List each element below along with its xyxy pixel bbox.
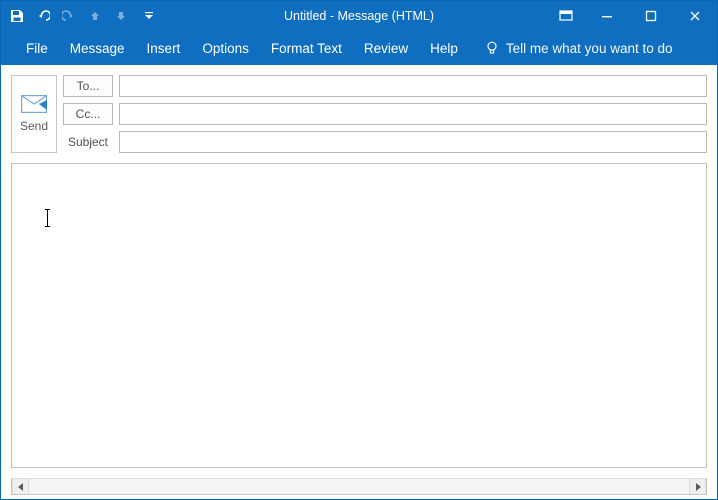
text-caret-icon bbox=[47, 210, 48, 226]
quick-access-toolbar bbox=[1, 4, 161, 28]
scroll-track[interactable] bbox=[29, 479, 689, 494]
maximize-icon bbox=[645, 10, 657, 22]
redo-icon bbox=[62, 9, 76, 23]
ribbon-options-icon bbox=[559, 10, 573, 22]
next-item-button[interactable] bbox=[109, 4, 133, 28]
message-body[interactable] bbox=[11, 163, 707, 468]
message-header: Send To... Cc... Subject bbox=[11, 75, 707, 153]
to-input[interactable] bbox=[119, 75, 707, 97]
send-label: Send bbox=[20, 119, 48, 133]
to-row: To... bbox=[63, 75, 707, 97]
arrow-down-icon bbox=[115, 10, 127, 22]
header-fields: To... Cc... Subject bbox=[63, 75, 707, 153]
tell-me-search[interactable]: Tell me what you want to do bbox=[473, 31, 684, 65]
maximize-button[interactable] bbox=[629, 1, 673, 31]
customize-qat-button[interactable] bbox=[137, 4, 161, 28]
scroll-right-button[interactable] bbox=[689, 479, 706, 494]
message-window: Untitled - Message (HTML) File Message I… bbox=[0, 0, 718, 500]
previous-item-button[interactable] bbox=[83, 4, 107, 28]
chevron-down-icon bbox=[144, 11, 154, 21]
horizontal-scrollbar[interactable] bbox=[11, 478, 707, 495]
send-button[interactable]: Send bbox=[11, 75, 57, 153]
cc-button[interactable]: Cc... bbox=[63, 103, 113, 125]
window-controls bbox=[547, 1, 717, 31]
minimize-button[interactable] bbox=[585, 1, 629, 31]
subject-row: Subject bbox=[63, 131, 707, 153]
scroll-left-button[interactable] bbox=[12, 479, 29, 494]
compose-area: Send To... Cc... Subject bbox=[1, 65, 717, 499]
subject-label: Subject bbox=[63, 131, 113, 153]
to-button[interactable]: To... bbox=[63, 75, 113, 97]
tab-review[interactable]: Review bbox=[353, 31, 419, 65]
tell-me-label: Tell me what you want to do bbox=[506, 41, 673, 56]
triangle-left-icon bbox=[17, 483, 25, 491]
close-icon bbox=[689, 10, 701, 22]
undo-icon bbox=[36, 9, 50, 23]
arrow-up-icon bbox=[89, 10, 101, 22]
minimize-icon bbox=[601, 10, 613, 22]
cc-input[interactable] bbox=[119, 103, 707, 125]
envelope-icon bbox=[21, 95, 47, 113]
title-bar: Untitled - Message (HTML) bbox=[1, 1, 717, 31]
save-button[interactable] bbox=[5, 4, 29, 28]
ribbon-tabs: File Message Insert Options Format Text … bbox=[1, 31, 717, 65]
close-button[interactable] bbox=[673, 1, 717, 31]
tab-help[interactable]: Help bbox=[419, 31, 469, 65]
tab-message[interactable]: Message bbox=[59, 31, 136, 65]
triangle-right-icon bbox=[694, 483, 702, 491]
lightbulb-icon bbox=[484, 40, 500, 56]
ribbon-display-options-button[interactable] bbox=[547, 1, 585, 31]
undo-button[interactable] bbox=[31, 4, 55, 28]
redo-button[interactable] bbox=[57, 4, 81, 28]
tab-format-text[interactable]: Format Text bbox=[260, 31, 353, 65]
subject-input[interactable] bbox=[119, 131, 707, 153]
tab-insert[interactable]: Insert bbox=[136, 31, 192, 65]
cc-row: Cc... bbox=[63, 103, 707, 125]
save-icon bbox=[10, 9, 24, 23]
tab-options[interactable]: Options bbox=[191, 31, 260, 65]
tab-file[interactable]: File bbox=[15, 31, 59, 65]
